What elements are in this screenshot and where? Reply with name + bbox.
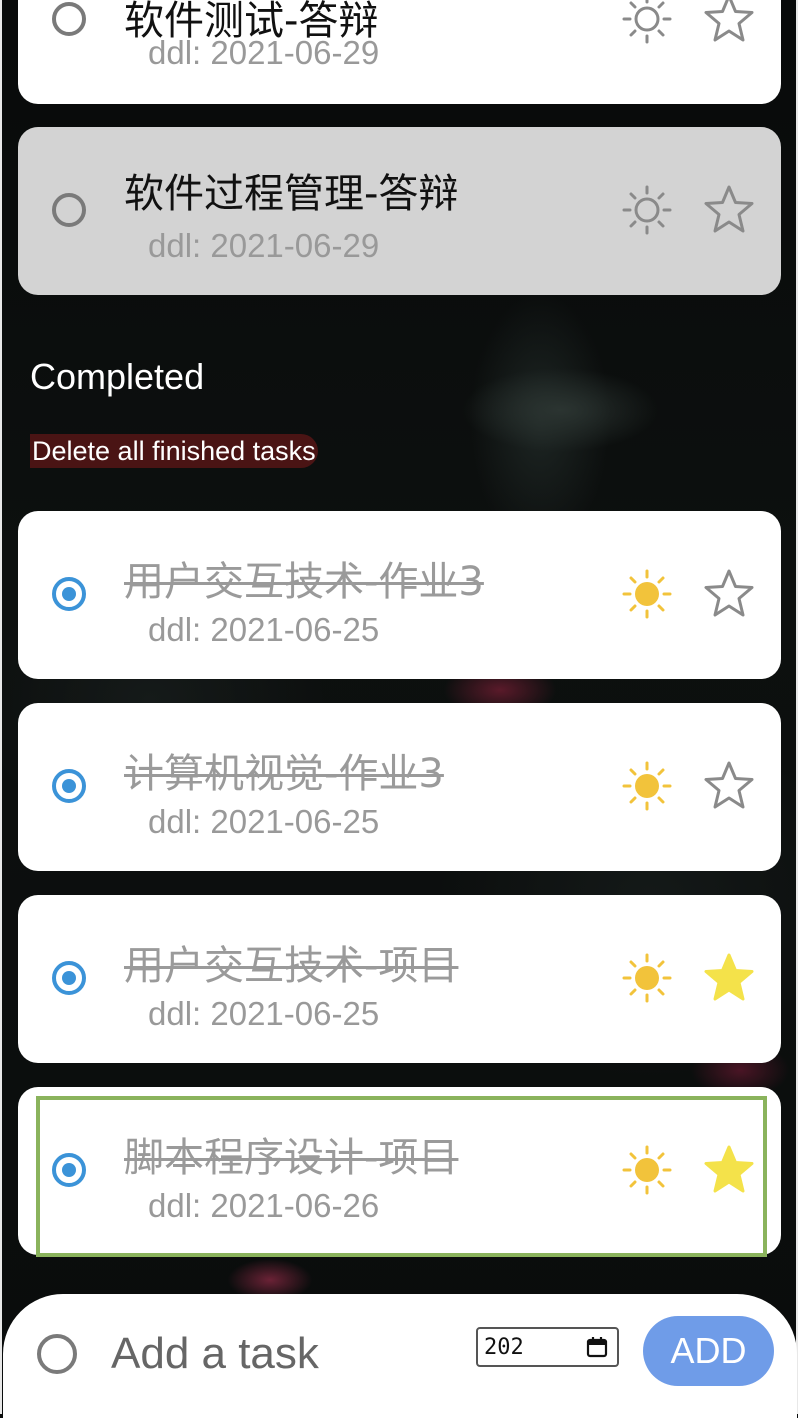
calendar-icon[interactable] <box>585 1335 609 1359</box>
task-ddl: ddl: 2021-06-29 <box>148 227 380 264</box>
completed-heading: Completed <box>30 356 205 397</box>
task-checkbox-checked[interactable] <box>52 769 86 803</box>
task-title: 计算机视觉-作业3 <box>124 751 444 797</box>
date-input-value: 202 <box>484 1335 524 1360</box>
task-ddl: ddl: 2021-06-26 <box>148 1187 380 1224</box>
task-checkbox[interactable] <box>52 2 86 36</box>
task-title: 脚本程序设计-项目 <box>124 1135 459 1181</box>
task-title: 用户交互技术-作业3 <box>124 559 484 605</box>
completed-task-card[interactable]: 脚本程序设计-项目 ddl: 2021-06-26 <box>18 1087 781 1255</box>
task-ddl: ddl: 2021-06-25 <box>148 611 380 648</box>
task-card[interactable]: 软件测试-答辩 ddl: 2021-06-29 <box>18 0 781 104</box>
my-day-sun-icon[interactable] <box>620 951 674 1005</box>
delete-finished-button[interactable]: Delete all finished tasks <box>30 434 318 468</box>
my-day-sun-icon[interactable] <box>620 759 674 813</box>
task-checkbox-checked[interactable] <box>52 961 86 995</box>
task-checkbox[interactable] <box>52 193 86 227</box>
star-icon[interactable] <box>702 567 756 621</box>
star-filled-icon[interactable] <box>702 951 756 1005</box>
star-icon[interactable] <box>702 759 756 813</box>
task-card[interactable]: 软件过程管理-答辩 ddl: 2021-06-29 <box>18 127 781 295</box>
my-day-sun-icon[interactable] <box>620 567 674 621</box>
completed-task-card[interactable]: 计算机视觉-作业3 ddl: 2021-06-25 <box>18 703 781 871</box>
task-title: 用户交互技术-项目 <box>124 943 459 989</box>
completed-task-card[interactable]: 用户交互技术-作业3 ddl: 2021-06-25 <box>18 511 781 679</box>
task-ddl: ddl: 2021-06-25 <box>148 995 380 1032</box>
task-checkbox-checked[interactable] <box>52 1153 86 1187</box>
star-icon[interactable] <box>702 0 756 46</box>
star-icon[interactable] <box>702 183 756 237</box>
task-ddl: ddl: 2021-06-29 <box>148 34 380 71</box>
left-edge <box>0 0 2 1414</box>
my-day-sun-icon[interactable] <box>620 1143 674 1197</box>
add-task-bar: 202 ADD <box>3 1294 797 1418</box>
add-task-input[interactable] <box>111 1324 451 1384</box>
add-button[interactable]: ADD <box>643 1316 774 1386</box>
my-day-sun-icon[interactable] <box>620 0 674 46</box>
completed-task-card[interactable]: 用户交互技术-项目 ddl: 2021-06-25 <box>18 895 781 1063</box>
task-ddl: ddl: 2021-06-25 <box>148 803 380 840</box>
my-day-sun-icon[interactable] <box>620 183 674 237</box>
date-input[interactable]: 202 <box>476 1327 619 1367</box>
add-task-radio[interactable] <box>37 1334 77 1374</box>
star-filled-icon[interactable] <box>702 1143 756 1197</box>
task-title: 软件过程管理-答辩 <box>124 171 459 217</box>
task-checkbox-checked[interactable] <box>52 577 86 611</box>
